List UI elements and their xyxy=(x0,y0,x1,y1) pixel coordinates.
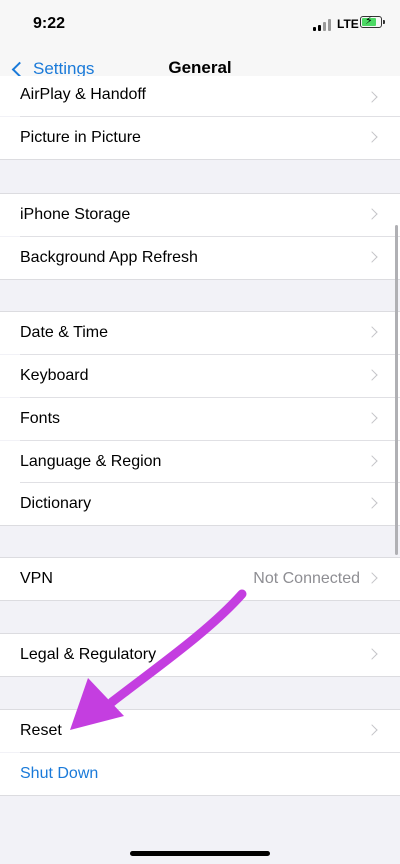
list-item-picture-in-picture[interactable]: Picture in Picture xyxy=(0,117,400,159)
list-item-vpn[interactable]: VPN Not Connected xyxy=(0,558,400,600)
divider xyxy=(0,795,400,796)
shut-down-button[interactable]: Shut Down xyxy=(0,753,400,795)
page-title: General xyxy=(168,58,232,77)
signal-icon xyxy=(313,19,335,31)
battery-icon: ⚡ xyxy=(360,15,385,28)
chevron-right-icon xyxy=(366,91,378,103)
network-label: LTE xyxy=(337,17,359,31)
list-item-label: Legal & Regulatory xyxy=(20,646,157,663)
divider xyxy=(0,600,400,601)
divider xyxy=(0,676,400,677)
chevron-right-icon xyxy=(366,455,378,467)
list-item-airplay-handoff[interactable]: AirPlay & Handoff xyxy=(0,76,400,116)
chevron-right-icon xyxy=(366,326,378,338)
list-item-dictionary[interactable]: Dictionary xyxy=(0,483,400,525)
list-item-reset[interactable]: Reset xyxy=(0,710,400,752)
list-item-legal-regulatory[interactable]: Legal & Regulatory xyxy=(0,634,400,676)
chevron-right-icon xyxy=(366,369,378,381)
chevron-right-icon xyxy=(366,648,378,660)
list-item-background-app-refresh[interactable]: Background App Refresh xyxy=(0,237,400,279)
list-item-language-region[interactable]: Language & Region xyxy=(0,441,400,483)
vpn-status: Not Connected xyxy=(253,570,360,587)
scrollbar[interactable] xyxy=(395,225,398,555)
list-item-label: Reset xyxy=(20,722,62,739)
divider xyxy=(0,279,400,280)
list-item-label: iPhone Storage xyxy=(20,206,131,223)
chevron-right-icon xyxy=(366,251,378,263)
list-item-date-time[interactable]: Date & Time xyxy=(0,312,400,354)
list-item-label: AirPlay & Handoff xyxy=(20,86,146,103)
status-time: 9:22 xyxy=(33,15,66,32)
list-item-label: VPN xyxy=(20,570,53,587)
list-item-label: Date & Time xyxy=(20,324,109,341)
divider xyxy=(0,159,400,160)
list-item-label: Picture in Picture xyxy=(20,129,141,146)
status-bar: 9:22 LTE ⚡ xyxy=(0,0,400,44)
list-item-label: Keyboard xyxy=(20,367,89,384)
chevron-right-icon xyxy=(366,497,378,509)
list-item-fonts[interactable]: Fonts xyxy=(0,398,400,440)
chevron-right-icon xyxy=(366,208,378,220)
chevron-right-icon xyxy=(366,572,378,584)
divider xyxy=(0,525,400,526)
list-item-keyboard[interactable]: Keyboard xyxy=(0,355,400,397)
home-indicator[interactable] xyxy=(130,851,270,856)
list-item-label: Fonts xyxy=(20,410,61,427)
list-item-label: Dictionary xyxy=(20,495,92,512)
list-item-label: Language & Region xyxy=(20,453,162,470)
chevron-right-icon xyxy=(366,412,378,424)
chevron-right-icon xyxy=(366,724,378,736)
list-item-iphone-storage[interactable]: iPhone Storage xyxy=(0,194,400,236)
chevron-right-icon xyxy=(366,131,378,143)
shut-down-label: Shut Down xyxy=(20,765,99,782)
list-item-label: Background App Refresh xyxy=(20,249,198,266)
